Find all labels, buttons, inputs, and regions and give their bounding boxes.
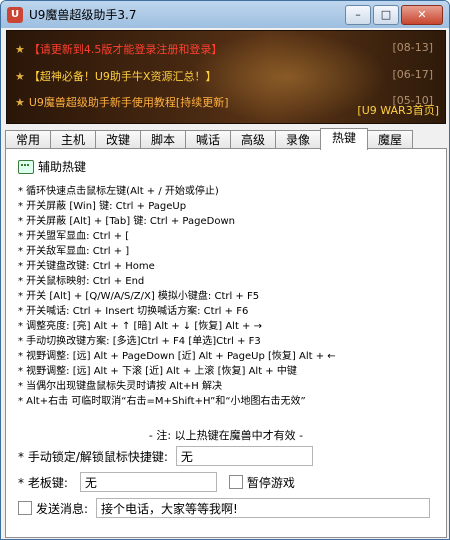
hotkey-line: * 开关盟军显血: Ctrl + [ <box>18 231 130 242</box>
news-item-date: [06-17] <box>392 68 433 81</box>
section-title: 辅助热键 <box>38 160 87 174</box>
tab-common[interactable]: 常用 <box>5 130 51 150</box>
hotkey-line: * 视野调整: [远] Alt + 下滚 [近] Alt + 上滚 [恢复] A… <box>18 366 297 377</box>
hotkey-line: * 手动切换改键方案: [多选]Ctrl + F4 [单选]Ctrl + F3 <box>18 336 261 347</box>
mouse-lock-label: * 手动锁定/解锁鼠标快捷键: <box>18 449 168 464</box>
hotkey-line: * 开关鼠标映射: Ctrl + End <box>18 276 145 287</box>
news-item-text: 【超神必备！U9助手牛X资源汇总！】 <box>28 70 217 83</box>
hotkey-line: * 开关屏蔽 [Alt] + [Tab] 键: Ctrl + PageDown <box>18 216 235 227</box>
star-icon: ★ <box>15 70 25 83</box>
news-item-text: U9魔兽超级助手新手使用教程[持续更新] <box>28 96 229 109</box>
boss-key-row: * 老板键: 无 暂停游戏 <box>18 472 295 492</box>
send-message-checkbox[interactable] <box>18 501 32 515</box>
hotkey-line: * Alt+右击 可临时取消“右击=M+Shift+H”和“小地图右击无效” <box>18 396 306 407</box>
news-item-date: [08-13] <box>392 41 433 54</box>
tab-chat[interactable]: 喊话 <box>185 130 231 150</box>
tab-script[interactable]: 脚本 <box>140 130 186 150</box>
hotkeys-note: - 注: 以上热键在魔兽中才有效 - <box>148 429 304 442</box>
app-logo-icon: U <box>7 6 23 23</box>
send-message-input[interactable]: 接个电话，大家等等我啊! <box>96 498 431 518</box>
news-banner: ★ 【请更新到4.5版才能登录注册和登录】 [08-13] ★ 【超神必备！U9助手… <box>6 30 446 124</box>
close-button[interactable]: ✕ <box>401 5 443 25</box>
war3-home-link[interactable]: [U9 WAR3首页] <box>357 102 439 118</box>
window-controls: – □ ✕ <box>343 5 443 25</box>
section-header: 辅助热键 <box>18 158 86 175</box>
minimize-button[interactable]: – <box>345 5 371 25</box>
tab-host[interactable]: 主机 <box>50 130 96 150</box>
pause-game-checkbox[interactable] <box>228 475 243 489</box>
news-item-2[interactable]: ★ 【超神必备！U9助手牛X资源汇总！】 <box>15 68 216 84</box>
title-bar[interactable]: U U9魔兽超级助手3.7 – □ ✕ <box>1 1 449 28</box>
star-icon: ★ <box>15 96 25 109</box>
app-window: U U9魔兽超级助手3.7 – □ ✕ ★ 【请更新到4.5版才能登录注册和登录】… <box>0 0 450 540</box>
hotkey-line: * 开关 [Alt] + [Q/W/A/S/Z/X] 模拟小键盘: Ctrl +… <box>18 291 260 302</box>
maximize-button[interactable]: □ <box>373 5 399 25</box>
tab-advanced[interactable]: 高级 <box>230 130 276 150</box>
send-message-row: 发送消息: 接个电话，大家等等我啊! <box>18 498 431 518</box>
boss-key-input[interactable]: 无 <box>79 472 217 492</box>
hotkey-line: * 开关喊话: Ctrl + Insert 切换喊话方案: Ctrl + F6 <box>18 306 249 317</box>
hotkey-line: * 调整亮度: [亮] Alt + ↑ [暗] Alt + ↓ [恢复] Alt… <box>18 321 262 332</box>
boss-key-label: * 老板键: <box>18 475 68 490</box>
mouse-lock-hotkey-input[interactable]: 无 <box>175 446 313 466</box>
hotkey-line: * 开关屏蔽 [Win] 键: Ctrl + PageUp <box>18 201 187 212</box>
news-item-text: 【请更新到4.5版才能登录注册和登录】 <box>28 43 223 56</box>
hotkey-line: * 视野调整: [远] Alt + PageDown [近] Alt + Pag… <box>18 351 336 362</box>
mouse-lock-row: * 手动锁定/解锁鼠标快捷键: 无 <box>18 446 313 466</box>
news-item-3[interactable]: ★ U9魔兽超级助手新手使用教程[持续更新] <box>15 94 229 110</box>
tab-bar: 常用 主机 改键 脚本 喊话 高级 录像 热键 魔屋 <box>5 128 413 150</box>
hotkey-line: * 开关敌军显血: Ctrl + ] <box>18 246 130 257</box>
tab-hotkeys[interactable]: 热键 <box>320 128 368 150</box>
send-message-label: 发送消息: <box>36 501 89 516</box>
hotkey-line: * 循环快速点击鼠标左键(Alt + / 开始或停止) <box>18 186 219 197</box>
window-title: U9魔兽超级助手3.7 <box>29 8 137 22</box>
keyboard-icon <box>18 159 34 174</box>
hotkey-line: * 当偶尔出现键盘鼠标失灵时请按 Alt+H 解决 <box>18 381 222 392</box>
tab-demon-house[interactable]: 魔屋 <box>367 130 413 150</box>
tab-replay[interactable]: 录像 <box>275 130 321 150</box>
tab-keymap[interactable]: 改键 <box>95 130 141 150</box>
star-icon: ★ <box>15 43 25 56</box>
hotkey-line: * 开关键盘改键: Ctrl + Home <box>18 261 155 272</box>
pause-game-label: 暂停游戏 <box>246 475 295 490</box>
news-item-1[interactable]: ★ 【请更新到4.5版才能登录注册和登录】 <box>15 41 222 57</box>
hotkeys-panel: 辅助热键 * 循环快速点击鼠标左键(Alt + / 开始或停止) * 开关屏蔽 … <box>5 148 447 538</box>
